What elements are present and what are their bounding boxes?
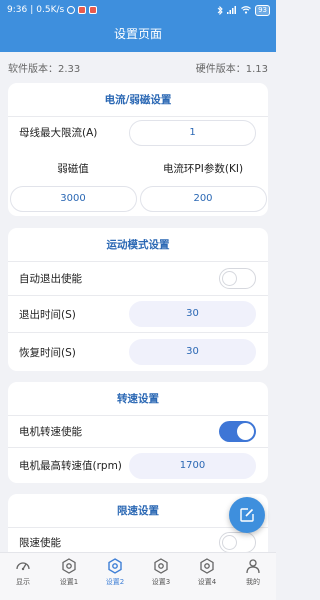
card-title: 运动模式设置 — [8, 228, 268, 262]
status-bar: 9:36 | 0.5K/s 93 — [0, 0, 276, 20]
exit-time-input[interactable]: 30 — [129, 301, 256, 327]
nav-display[interactable]: 显示 — [0, 553, 46, 600]
status-time: 9:36 — [7, 5, 28, 15]
person-icon — [246, 559, 260, 574]
auto-exit-toggle[interactable] — [219, 268, 256, 289]
app-status-icon — [78, 6, 87, 14]
nav-label: 设置4 — [197, 578, 217, 586]
hexagon-gear-icon — [154, 558, 168, 574]
toggle-knob — [222, 534, 237, 550]
bluetooth-icon — [217, 5, 223, 15]
field-weakening-grid: 弱磁值 3000 电流环PI参数(KI) 200 — [8, 161, 268, 212]
settings-status-icon — [67, 6, 76, 14]
limit-enable-toggle[interactable] — [219, 531, 256, 553]
bus-max-current-label: 母线最大限流(A) — [19, 127, 98, 139]
version-info: 软件版本：2.33 硬件版本：1.13 — [0, 56, 276, 78]
nav-label: 设置2 — [105, 578, 125, 586]
motor-speed-enable-row: 电机转速使能 — [8, 416, 268, 448]
bus-max-current-input[interactable]: 1 — [129, 119, 256, 146]
recovery-time-input[interactable]: 30 — [129, 339, 256, 365]
current-loop-pi-label: 电流环PI参数(KI) — [162, 163, 244, 175]
motion-mode-card: 运动模式设置 自动退出使能 退出时间(S) 30 恢复时间(S) 30 — [8, 228, 268, 371]
speedometer-icon — [16, 562, 30, 571]
current-loop-pi-input[interactable]: 200 — [139, 186, 267, 212]
card-title: 转速设置 — [8, 382, 268, 416]
recovery-time-row: 恢复时间(S) 30 — [8, 333, 268, 371]
auto-exit-label: 自动退出使能 — [19, 273, 82, 285]
record-status-icon — [89, 6, 98, 14]
software-version: 软件版本：2.33 — [8, 63, 81, 75]
top-bar: 9:36 | 0.5K/s 93 设置页面 — [0, 0, 276, 52]
card-title: 电流/弱磁设置 — [8, 83, 268, 117]
nav-label: 我的 — [246, 578, 260, 586]
nav-label: 设置3 — [151, 578, 171, 586]
field-weakening-input[interactable]: 3000 — [9, 186, 137, 212]
max-speed-label: 电机最高转速值(rpm) — [19, 460, 122, 472]
recovery-time-label: 恢复时间(S) — [19, 346, 76, 359]
field-weakening-label: 弱磁值 — [57, 163, 89, 175]
bottom-nav: 显示 设置1 设置2 设置3 设置4 我的 — [0, 552, 276, 600]
nav-label: 显示 — [16, 578, 30, 586]
nav-settings2[interactable]: 设置2 — [92, 553, 138, 600]
max-speed-row: 电机最高转速值(rpm) 1700 — [8, 448, 268, 483]
nav-settings3[interactable]: 设置3 — [138, 553, 184, 600]
signal-icon — [227, 6, 237, 14]
hexagon-gear-icon — [62, 558, 76, 574]
exit-time-label: 退出时间(S) — [19, 308, 76, 321]
nav-settings4[interactable]: 设置4 — [184, 553, 230, 600]
motor-speed-enable-label: 电机转速使能 — [19, 426, 82, 438]
bus-max-current-row: 母线最大限流(A) 1 — [8, 117, 268, 148]
nav-label: 设置1 — [59, 578, 79, 586]
toggle-knob — [222, 271, 237, 286]
wifi-icon — [241, 6, 251, 14]
auto-exit-row: 自动退出使能 — [8, 262, 268, 296]
hexagon-gear-icon — [108, 558, 122, 574]
status-speed: 0.5K/s — [36, 5, 65, 15]
page-title: 设置页面 — [113, 27, 162, 41]
edit-fab-button[interactable] — [229, 497, 265, 533]
limit-enable-label: 限速使能 — [19, 536, 61, 549]
hexagon-gear-icon — [200, 558, 214, 574]
current-settings-card: 电流/弱磁设置 母线最大限流(A) 1 弱磁值 3000 电流环PI参数(KI)… — [8, 83, 268, 216]
motor-speed-enable-toggle[interactable] — [219, 421, 256, 442]
battery-icon: 93 — [255, 4, 270, 16]
edit-icon — [240, 508, 254, 522]
exit-time-row: 退出时间(S) 30 — [8, 296, 268, 333]
hardware-version: 硬件版本：1.13 — [195, 63, 268, 75]
max-speed-input[interactable]: 1700 — [129, 452, 256, 479]
status-divider: | — [30, 5, 34, 15]
speed-settings-card: 转速设置 电机转速使能 电机最高转速值(rpm) 1700 — [8, 382, 268, 483]
nav-mine[interactable]: 我的 — [230, 553, 276, 600]
toggle-knob — [237, 423, 254, 440]
nav-settings1[interactable]: 设置1 — [46, 553, 92, 600]
